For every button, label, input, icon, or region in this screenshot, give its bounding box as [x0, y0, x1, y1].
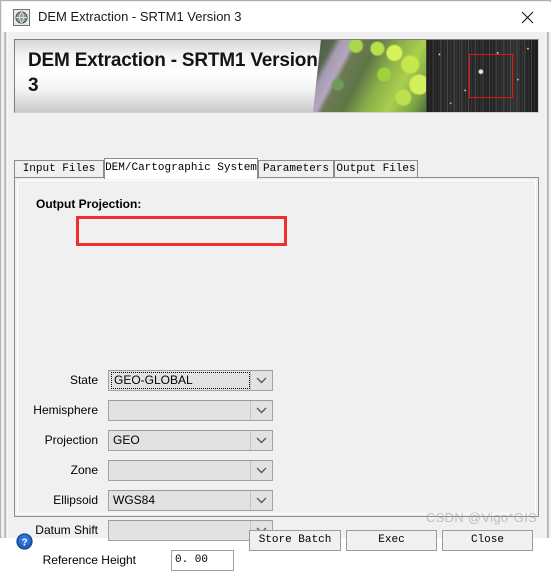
svg-text:?: ? — [21, 537, 27, 548]
form-row-projection: Projection GEO — [36, 430, 285, 452]
exec-button[interactable]: Exec — [346, 530, 437, 551]
state-combobox-value: GEO-GLOBAL — [111, 372, 250, 389]
close-icon — [521, 11, 534, 24]
label-zone: Zone — [70, 463, 98, 477]
aerial-color-image — [313, 40, 426, 112]
chevron-down-icon[interactable] — [250, 491, 272, 510]
label-hemisphere: Hemisphere — [33, 403, 98, 417]
client-edge-left — [4, 32, 8, 538]
store-batch-button[interactable]: Store Batch — [249, 530, 341, 551]
tab-dem-cartographic-system[interactable]: DEM/Cartographic System — [104, 158, 258, 179]
label-state: State — [69, 373, 98, 387]
output-projection-heading: Output Projection: — [36, 197, 142, 211]
chevron-down-icon[interactable] — [250, 461, 272, 480]
dem-extraction-window: DEM Extraction - SRTM1 Version 3 DEM Ext… — [0, 0, 551, 571]
dialog-body: DEM Extraction - SRTM1 Version 3 Input F… — [2, 32, 551, 571]
label-ellipsoid: Ellipsoid — [53, 493, 98, 507]
selection-box-overlay — [469, 54, 513, 98]
banner-title: DEM Extraction - SRTM1 Version 3 — [28, 50, 318, 96]
help-question-icon[interactable]: ? — [16, 533, 33, 550]
ellipsoid-combobox-value: WGS84 — [113, 493, 156, 507]
tab-strip: Input Files DEM/Cartographic System Para… — [14, 158, 539, 179]
window-titlebar: DEM Extraction - SRTM1 Version 3 — [2, 2, 551, 33]
tab-parameters[interactable]: Parameters — [258, 160, 334, 178]
form-row-state: State GEO-GLOBAL — [36, 370, 285, 392]
dialog-footer: ? Store Batch Exec Close — [8, 519, 545, 562]
close-button-footer[interactable]: Close — [442, 530, 533, 551]
label-projection: Projection — [44, 433, 98, 447]
projection-combobox[interactable]: GEO — [108, 430, 273, 451]
chevron-down-icon[interactable] — [250, 371, 272, 390]
client-edge-right — [545, 32, 549, 538]
tab-page-inner: Output Projection: State GEO-GLOBAL Hemi… — [17, 180, 536, 571]
window-title: DEM Extraction - SRTM1 Version 3 — [38, 9, 242, 24]
chevron-down-icon[interactable] — [250, 431, 272, 450]
close-window-button[interactable] — [505, 2, 551, 32]
projection-combobox-value: GEO — [113, 433, 140, 447]
chevron-down-icon[interactable] — [250, 401, 272, 420]
form-row-hemisphere: Hemisphere — [33, 400, 285, 422]
tab-input-files[interactable]: Input Files — [14, 160, 104, 178]
form-row-zone: Zone — [36, 460, 285, 482]
hemisphere-combobox[interactable] — [108, 400, 273, 421]
header-banner: DEM Extraction - SRTM1 Version 3 — [14, 39, 539, 113]
zone-combobox[interactable] — [108, 460, 273, 481]
tab-output-files[interactable]: Output Files — [334, 160, 418, 178]
globe-icon — [13, 9, 30, 26]
form-row-ellipsoid: Ellipsoid WGS84 — [36, 490, 285, 512]
banner-artwork — [313, 40, 538, 112]
ellipsoid-combobox[interactable]: WGS84 — [108, 490, 273, 511]
tab-page-dem-cartographic-system: Output Projection: State GEO-GLOBAL Hemi… — [14, 177, 539, 571]
state-combobox[interactable]: GEO-GLOBAL — [108, 370, 273, 391]
